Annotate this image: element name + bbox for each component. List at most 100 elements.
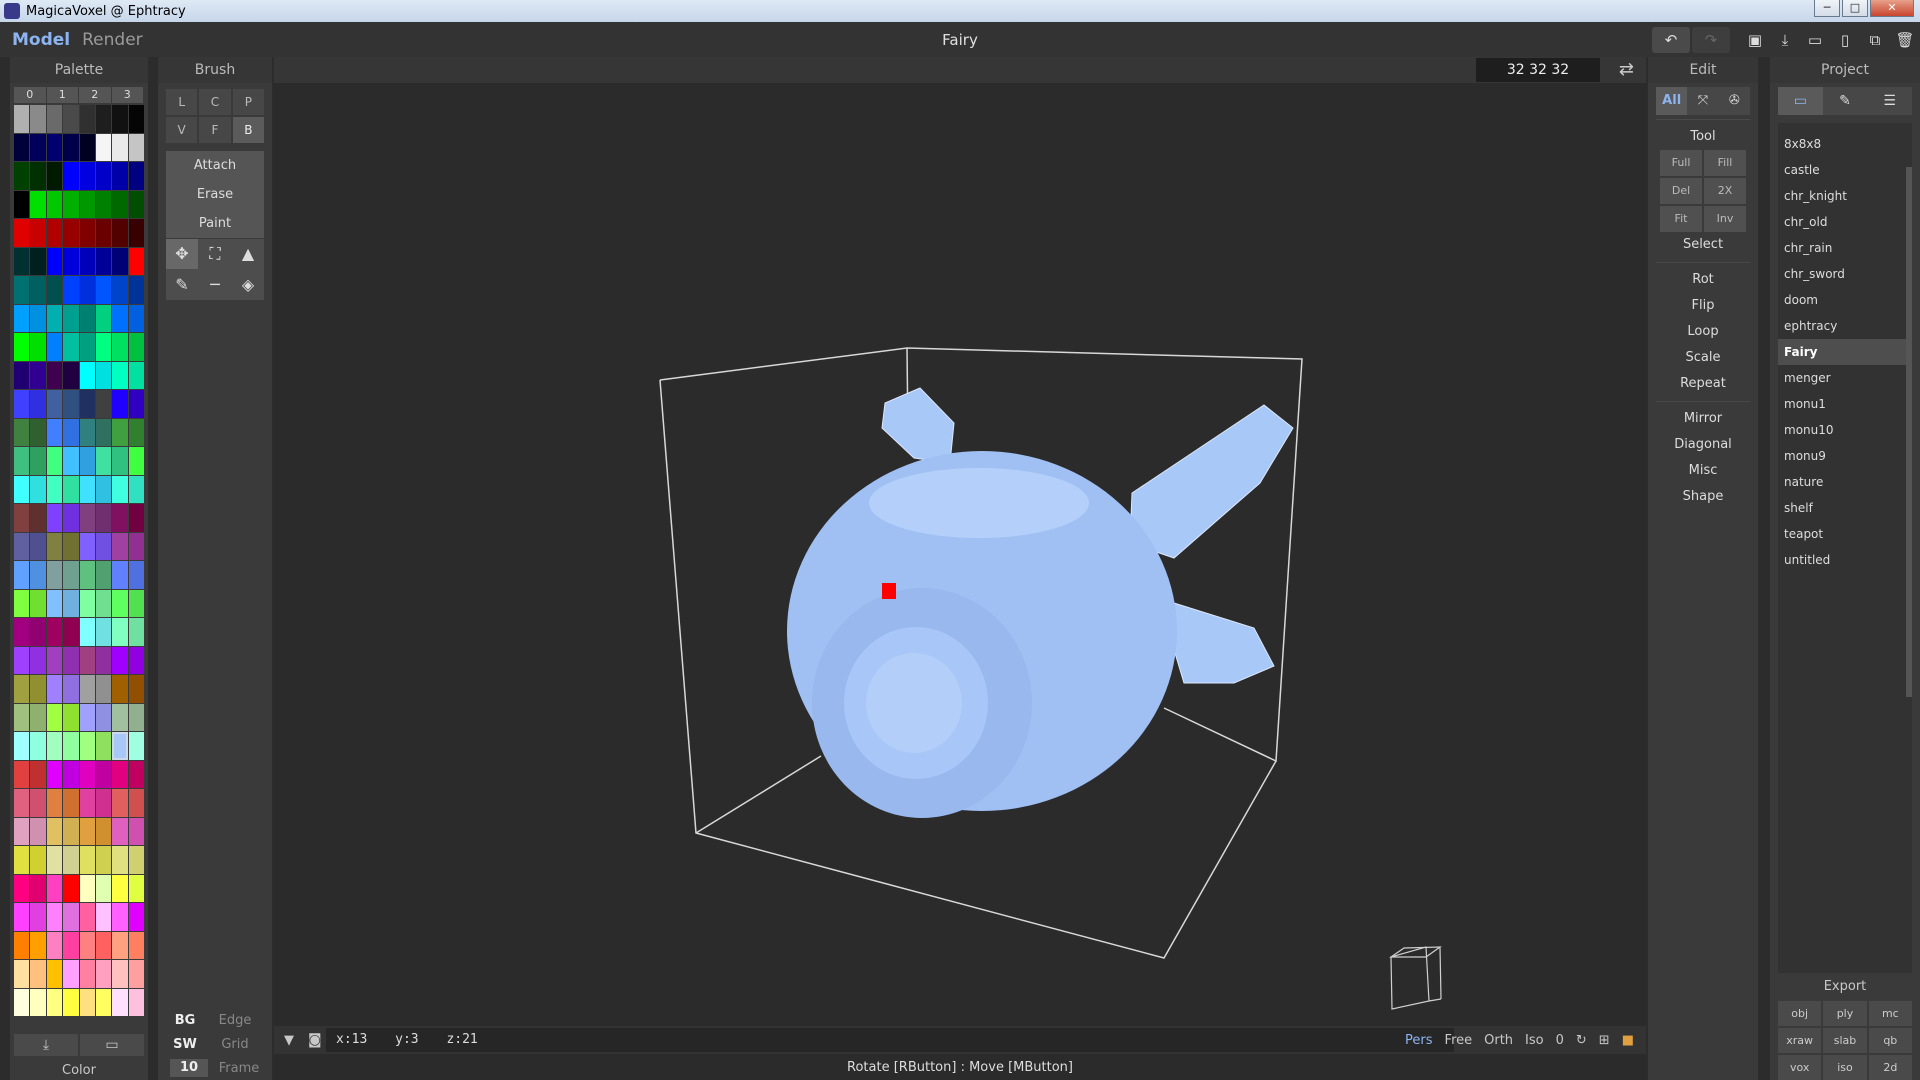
palette-swatch[interactable] xyxy=(79,589,95,617)
palette-swatch[interactable] xyxy=(128,162,144,190)
palette-swatch[interactable] xyxy=(128,903,144,931)
palette-swatch[interactable] xyxy=(63,732,79,760)
palette-swatch[interactable] xyxy=(30,105,46,133)
render-tab[interactable]: Render xyxy=(82,30,143,50)
folder-icon[interactable]: ▭ xyxy=(1778,87,1823,115)
palette-swatch[interactable] xyxy=(14,333,30,361)
palette-swatch[interactable] xyxy=(46,219,63,247)
export-slab[interactable]: slab xyxy=(1823,1028,1867,1053)
palette-swatch[interactable] xyxy=(79,190,95,218)
palette-swatch[interactable] xyxy=(95,760,112,788)
palette-swatch[interactable] xyxy=(14,760,30,788)
palette-swatch[interactable] xyxy=(30,675,46,703)
palette-tab[interactable]: 2 xyxy=(79,87,111,103)
palette-swatch[interactable] xyxy=(14,504,30,532)
palette-swatch[interactable] xyxy=(14,931,30,959)
palette-swatch[interactable] xyxy=(79,960,95,988)
project-item[interactable]: monu10 xyxy=(1778,417,1912,443)
palette-swatch[interactable] xyxy=(63,105,79,133)
palette-swatch[interactable] xyxy=(14,447,30,475)
new-file-icon[interactable]: ▯ xyxy=(1830,27,1860,53)
open-folder-icon[interactable]: ▭ xyxy=(1800,27,1830,53)
palette-swatch[interactable] xyxy=(14,846,30,874)
tool-2x[interactable]: 2X xyxy=(1704,178,1746,204)
palette-swatch[interactable] xyxy=(30,703,46,731)
palette-swatch[interactable] xyxy=(14,162,30,190)
palette-swatch[interactable] xyxy=(95,732,112,760)
palette-swatch[interactable] xyxy=(30,589,46,617)
palette-swatch[interactable] xyxy=(46,618,63,646)
palette-swatch[interactable] xyxy=(112,817,128,845)
palette-swatch[interactable] xyxy=(14,219,30,247)
tool-full[interactable]: Full xyxy=(1660,150,1702,176)
palette-swatch[interactable] xyxy=(14,390,30,418)
palette-swatch[interactable] xyxy=(63,219,79,247)
palette-swatch[interactable] xyxy=(46,960,63,988)
brush-mode-p[interactable]: P xyxy=(232,89,264,115)
misc-button[interactable]: Misc xyxy=(1648,458,1758,484)
palette-swatch[interactable] xyxy=(79,304,95,332)
brush-mode-c[interactable]: C xyxy=(199,89,231,115)
palette-swatch[interactable] xyxy=(14,304,30,332)
palette-swatch[interactable] xyxy=(112,447,128,475)
palette-swatch[interactable] xyxy=(63,504,79,532)
palette-swatch[interactable] xyxy=(14,475,30,503)
palette-swatch[interactable] xyxy=(79,789,95,817)
palette-swatch[interactable] xyxy=(112,732,128,760)
palette-swatch[interactable] xyxy=(30,903,46,931)
cube-icon[interactable]: ■ xyxy=(1622,1033,1634,1048)
palette-swatch[interactable] xyxy=(46,304,63,332)
palette-swatch[interactable] xyxy=(128,675,144,703)
repeat-button[interactable]: Repeat xyxy=(1648,371,1758,397)
project-item[interactable]: Fairy xyxy=(1778,339,1912,365)
palette-swatch[interactable] xyxy=(46,190,63,218)
import-palette-icon[interactable]: ⤓ xyxy=(14,1034,78,1056)
shape-button[interactable]: Shape xyxy=(1648,484,1758,510)
palette-swatch[interactable] xyxy=(79,561,95,589)
sw-label[interactable]: SW xyxy=(166,1037,204,1052)
palette-swatch[interactable] xyxy=(14,247,30,275)
bucket-icon[interactable]: ◈ xyxy=(232,270,264,300)
palette-swatch[interactable] xyxy=(30,133,46,161)
palette-swatch[interactable] xyxy=(112,304,128,332)
palette-swatch[interactable] xyxy=(63,133,79,161)
palette-swatch[interactable] xyxy=(63,589,79,617)
export-qb[interactable]: qb xyxy=(1868,1028,1912,1053)
palette-swatch[interactable] xyxy=(79,618,95,646)
palette-swatch[interactable] xyxy=(95,903,112,931)
camera-icon[interactable]: ◙ xyxy=(308,1032,322,1048)
tool-del[interactable]: Del xyxy=(1660,178,1702,204)
palette-swatch[interactable] xyxy=(46,162,63,190)
palette-swatch[interactable] xyxy=(14,532,30,560)
palette-tab[interactable]: 1 xyxy=(46,87,78,103)
project-item[interactable]: chr_knight xyxy=(1778,183,1912,209)
palette-swatch[interactable] xyxy=(95,361,112,389)
bg-label[interactable]: BG xyxy=(166,1013,204,1028)
palette-swatch[interactable] xyxy=(79,276,95,304)
undo-icon[interactable]: ↶ xyxy=(1652,26,1690,53)
palette-swatch[interactable] xyxy=(95,646,112,674)
tool-fill[interactable]: Fill xyxy=(1704,150,1746,176)
save-as-icon[interactable]: ⤓ xyxy=(1770,27,1800,53)
palette-swatch[interactable] xyxy=(128,504,144,532)
palette-swatch[interactable] xyxy=(79,418,95,446)
palette-swatch[interactable] xyxy=(128,561,144,589)
palette-swatch[interactable] xyxy=(46,931,63,959)
palette-swatch[interactable] xyxy=(46,276,63,304)
palette-swatch[interactable] xyxy=(112,703,128,731)
palette-swatch[interactable] xyxy=(112,532,128,560)
palette-swatch[interactable] xyxy=(79,133,95,161)
palette-swatch[interactable] xyxy=(112,988,128,1016)
palette-swatch[interactable] xyxy=(63,960,79,988)
palette-swatch[interactable] xyxy=(95,219,112,247)
palette-swatch[interactable] xyxy=(95,190,112,218)
palette-swatch[interactable] xyxy=(95,276,112,304)
swap-icon[interactable]: ⇄ xyxy=(1619,59,1634,80)
project-item[interactable]: monu1 xyxy=(1778,391,1912,417)
palette-tab[interactable]: 0 xyxy=(14,87,46,103)
palette-swatch[interactable] xyxy=(14,133,30,161)
palette-swatch[interactable] xyxy=(14,703,30,731)
palette-swatch[interactable] xyxy=(14,675,30,703)
palette-swatch[interactable] xyxy=(128,418,144,446)
select-button[interactable]: Select xyxy=(1648,232,1758,258)
